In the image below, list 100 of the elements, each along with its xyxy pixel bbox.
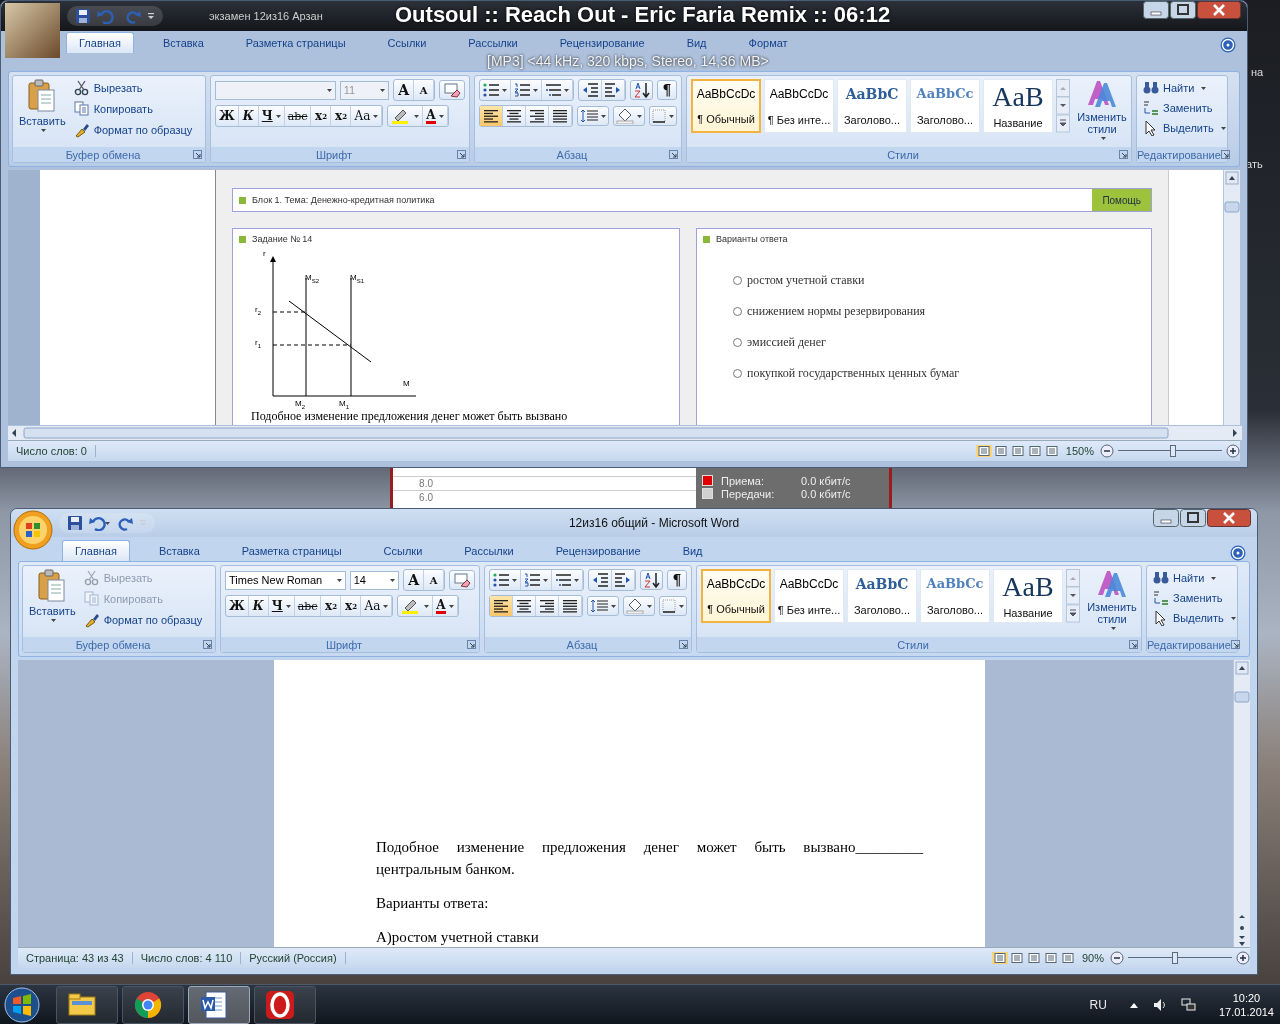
- taskbar-app-button[interactable]: [56, 985, 118, 1024]
- view-mode-button[interactable]: [1043, 445, 1060, 457]
- ribbon-tab[interactable]: Рецензирование: [542, 540, 654, 561]
- view-mode-button[interactable]: [992, 445, 1009, 457]
- style-item[interactable]: AaBbCc Заголово...: [910, 79, 980, 133]
- gallery-scrollbar[interactable]: [1066, 569, 1080, 623]
- minimize-icon[interactable]: [1153, 509, 1179, 527]
- redo-icon[interactable]: [117, 515, 133, 531]
- change-styles-button[interactable]: Изменить стили: [1084, 569, 1140, 634]
- dialog-launcher-icon[interactable]: [679, 640, 688, 649]
- shading-button[interactable]: [612, 106, 645, 126]
- zoom-in-icon[interactable]: [1236, 951, 1250, 965]
- save-icon[interactable]: [67, 515, 83, 531]
- style-item[interactable]: AaBbCcDc ¶ Обычный: [691, 79, 761, 133]
- taskbar-app-button[interactable]: [254, 985, 316, 1024]
- dialog-launcher-icon[interactable]: [1220, 150, 1230, 159]
- ribbon-tab[interactable]: Рецензирование: [546, 32, 658, 53]
- underline-button[interactable]: Ч: [268, 596, 295, 616]
- line-spacing-button[interactable]: [587, 596, 619, 616]
- style-item[interactable]: AaBbCcDc ¶ Без инте...: [764, 79, 834, 133]
- help-icon[interactable]: [1230, 545, 1246, 561]
- ribbon-tab[interactable]: Рассылки: [455, 32, 531, 53]
- change-styles-button[interactable]: Изменить стили: [1074, 79, 1130, 144]
- find-button[interactable]: Найти: [1151, 569, 1233, 587]
- style-item[interactable]: AaBbCcDc ¶ Без инте...: [774, 569, 844, 623]
- font-size-field[interactable]: 14: [349, 570, 400, 590]
- increase-indent-button[interactable]: [612, 570, 635, 590]
- ribbon-tab[interactable]: Вставка: [145, 540, 213, 561]
- bold-button[interactable]: Ж: [226, 596, 249, 616]
- radio-button[interactable]: [733, 369, 742, 378]
- slider-thumb[interactable]: [1171, 952, 1178, 964]
- ribbon-tab[interactable]: Главная: [66, 32, 134, 53]
- line-spacing-button[interactable]: [577, 106, 609, 126]
- vertical-scrollbar[interactable]: [1233, 660, 1250, 947]
- strikethrough-button[interactable]: abc: [294, 596, 322, 616]
- radio-button[interactable]: [733, 276, 742, 285]
- dialog-launcher-icon[interactable]: [467, 640, 476, 649]
- style-item[interactable]: AaBbCcDc ¶ Обычный: [701, 569, 771, 623]
- borders-button[interactable]: [658, 596, 687, 616]
- ribbon-tab[interactable]: Разметка страницы: [232, 32, 359, 53]
- clipboard-action[interactable]: Копировать: [71, 100, 195, 118]
- clipboard-action[interactable]: Формат по образцу: [81, 611, 205, 629]
- speaker-icon[interactable]: [1152, 997, 1167, 1012]
- font-name-field[interactable]: Times New Roman: [225, 570, 346, 590]
- change-case-button[interactable]: Aa: [361, 596, 393, 616]
- view-mode-button[interactable]: [975, 445, 992, 457]
- increase-indent-button[interactable]: [602, 80, 625, 100]
- language-indicator[interactable]: RU: [1089, 997, 1107, 1012]
- sort-button[interactable]: [630, 80, 653, 100]
- help-button[interactable]: Помощь: [1092, 189, 1151, 211]
- ribbon-tab[interactable]: Рассылки: [451, 540, 527, 561]
- network-icon[interactable]: [1180, 997, 1197, 1012]
- replace-button[interactable]: Заменить: [1151, 589, 1233, 607]
- view-mode-button[interactable]: [1009, 445, 1026, 457]
- minimize-icon[interactable]: [1143, 1, 1169, 19]
- style-item[interactable]: AaB Название: [993, 569, 1063, 623]
- customize-toolbar-icon[interactable]: [147, 12, 155, 20]
- style-item[interactable]: AaBbC Заголово...: [837, 79, 907, 133]
- taskbar-app-button[interactable]: [122, 985, 184, 1024]
- sort-button[interactable]: [640, 570, 663, 590]
- align-left-button[interactable]: [480, 106, 503, 126]
- close-icon[interactable]: [1197, 1, 1241, 19]
- view-mode-button[interactable]: [1026, 445, 1043, 457]
- help-icon[interactable]: [1220, 37, 1236, 53]
- style-item[interactable]: AaBbC Заголово...: [847, 569, 917, 623]
- ribbon-tab[interactable]: Ссылки: [370, 540, 436, 561]
- maximize-icon[interactable]: [1170, 1, 1196, 19]
- radio-button[interactable]: [733, 338, 742, 347]
- italic-button[interactable]: К: [248, 596, 269, 616]
- dialog-launcher-icon[interactable]: [203, 640, 212, 649]
- shrink-font-button[interactable]: A: [424, 570, 445, 590]
- clipboard-action[interactable]: Вырезать: [71, 79, 195, 97]
- office-button-icon[interactable]: [13, 510, 53, 550]
- ribbon-tab[interactable]: Вид: [669, 540, 716, 561]
- gallery-scrollbar[interactable]: [1056, 79, 1070, 133]
- slider-thumb[interactable]: [1170, 445, 1177, 457]
- view-mode-button[interactable]: [1025, 952, 1042, 964]
- replace-button[interactable]: Заменить: [1141, 99, 1223, 117]
- close-icon[interactable]: [1207, 509, 1251, 527]
- show-formatting-marks-button[interactable]: ¶: [657, 80, 677, 100]
- align-left-button[interactable]: [490, 596, 513, 616]
- ribbon-tab[interactable]: Разметка страницы: [228, 540, 355, 561]
- dialog-launcher-icon[interactable]: [1230, 640, 1240, 649]
- maximize-icon[interactable]: [1180, 509, 1206, 527]
- font-color-button[interactable]: A: [433, 596, 458, 616]
- view-mode-button[interactable]: [1059, 952, 1076, 964]
- select-button[interactable]: Выделить: [1141, 119, 1223, 137]
- clear-formatting-button[interactable]: [449, 570, 475, 590]
- ribbon-tab[interactable]: Ссылки: [374, 32, 440, 53]
- ribbon-tab[interactable]: Главная: [62, 540, 130, 561]
- dialog-launcher-icon[interactable]: [457, 150, 466, 159]
- clipboard-action[interactable]: Формат по образцу: [71, 121, 195, 139]
- shading-button[interactable]: [622, 596, 655, 616]
- style-item[interactable]: AaB Название: [983, 79, 1053, 133]
- taskbar-app-button[interactable]: [188, 985, 250, 1024]
- clear-formatting-button[interactable]: [439, 80, 465, 100]
- radio-button[interactable]: [733, 307, 742, 316]
- dialog-launcher-icon[interactable]: [193, 150, 202, 159]
- clock[interactable]: 10:20 17.01.2014: [1218, 991, 1274, 1018]
- zoom-in-icon[interactable]: [1226, 444, 1240, 458]
